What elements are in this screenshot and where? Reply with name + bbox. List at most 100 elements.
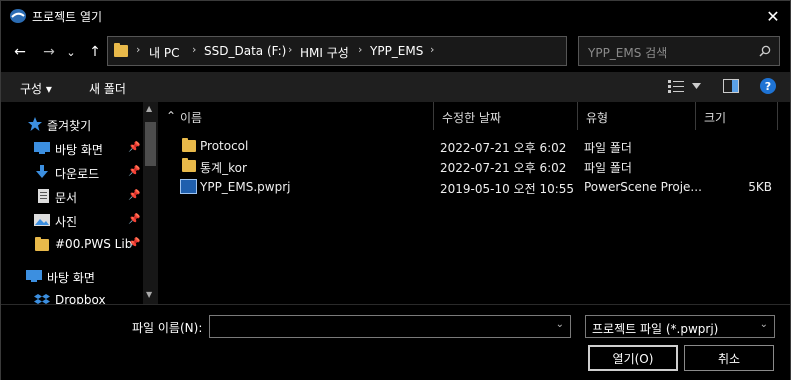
help-icon[interactable]: ? — [760, 78, 776, 94]
navigation-pane: 즐겨찾기 바탕 화면 📌 다운로드 📌 문서 📌 사진 📌 #00.PWS Li… — [1, 102, 158, 304]
file-date: 2022-07-21 오후 6:02 — [440, 141, 567, 155]
breadcrumb-ssd-data[interactable]: SSD_Data (F:) — [204, 44, 286, 58]
breadcrumb-separator: › — [288, 43, 293, 56]
pin-icon: 📌 — [128, 142, 141, 153]
folder-icon — [182, 158, 196, 172]
preview-pane-icon[interactable] — [723, 79, 739, 93]
navigation-bar: ← → ⌄ ↑ › 내 PC › SSD_Data (F:) › HMI 구성 … — [1, 32, 790, 72]
sidebar-item-dropbox[interactable]: Dropbox — [1, 289, 143, 304]
pin-icon: 📌 — [128, 214, 141, 225]
up-button[interactable]: ↑ — [85, 42, 105, 62]
sidebar-item-label: 바탕 화면 — [55, 143, 103, 157]
file-row[interactable]: 통계_kor 2022-07-21 오후 6:02 파일 폴더 — [158, 156, 790, 176]
pin-icon: 📌 — [128, 190, 141, 201]
scroll-down-icon[interactable]: ▼ — [146, 290, 152, 299]
up-arrow-icon: ↑ — [89, 44, 101, 60]
sidebar-item-label: 다운로드 — [55, 167, 100, 181]
search-input[interactable]: YPP_EMS 검색 — [588, 44, 667, 61]
breadcrumb-this-pc[interactable]: 내 PC — [149, 44, 179, 61]
view-dropdown-icon[interactable] — [692, 83, 701, 89]
cancel-button[interactable]: 취소 — [684, 345, 774, 371]
forward-button[interactable]: → — [39, 42, 59, 62]
svg-text:?: ? — [765, 80, 771, 93]
document-icon — [38, 189, 49, 203]
file-type: PowerScene Proje... — [584, 180, 702, 194]
open-button[interactable]: 열기(O) — [588, 345, 678, 371]
sidebar-item-quick-access[interactable]: 즐겨찾기 — [1, 113, 143, 137]
content-area: 즐겨찾기 바탕 화면 📌 다운로드 📌 문서 📌 사진 📌 #00.PWS Li… — [1, 102, 790, 304]
folder-icon — [182, 138, 196, 152]
breadcrumb-separator: › — [192, 43, 197, 56]
command-toolbar: 구성 ▾ 새 폴더 ? — [1, 72, 790, 102]
file-list: ⌃ 이름 수정한 날짜 유형 크기 Protocol 2022-07-21 오후… — [158, 102, 790, 304]
search-box[interactable]: YPP_EMS 검색 — [578, 36, 780, 66]
address-bar[interactable]: › 내 PC › SSD_Data (F:) › HMI 구성 › YPP_EM… — [107, 36, 657, 66]
title-bar: 프로젝트 열기 ✕ — [1, 1, 790, 32]
breadcrumb-separator: › — [358, 43, 363, 56]
view-options-icon[interactable] — [668, 79, 684, 93]
project-file-icon — [180, 179, 197, 194]
picture-icon — [34, 214, 50, 226]
close-button[interactable]: ✕ — [756, 1, 790, 32]
breadcrumb-separator: › — [430, 43, 435, 56]
column-header-date[interactable]: 수정한 날짜 — [434, 102, 578, 130]
new-folder-button[interactable]: 새 폴더 — [89, 80, 126, 97]
breadcrumb-hmi[interactable]: HMI 구성 — [300, 44, 349, 61]
sidebar-item-label: #00.PWS Lib — [55, 237, 133, 251]
sidebar-item-label: Dropbox — [55, 293, 106, 304]
filename-field[interactable]: ⌄ — [209, 315, 571, 338]
pin-icon: 📌 — [128, 238, 141, 249]
scroll-thumb[interactable] — [145, 122, 156, 166]
sidebar-item-documents[interactable]: 문서 📌 — [1, 185, 143, 209]
search-icon[interactable] — [759, 45, 771, 57]
column-header-type[interactable]: 유형 — [578, 102, 696, 130]
column-header-label: 크기 — [704, 111, 727, 125]
back-button[interactable]: ← — [10, 42, 30, 62]
sort-ascending-icon: ⌃ — [166, 109, 177, 123]
file-name: Protocol — [200, 139, 249, 153]
file-row[interactable]: Protocol 2022-07-21 오후 6:02 파일 폴더 — [158, 136, 790, 156]
filetype-select[interactable]: 프로젝트 파일 (*.pwprj) ⌄ — [585, 315, 775, 338]
sidebar-item-label: 사진 — [55, 215, 78, 229]
column-header-size[interactable]: 크기 — [696, 102, 778, 130]
scroll-up-icon[interactable]: ▲ — [146, 104, 152, 113]
sidebar-item-downloads[interactable]: 다운로드 📌 — [1, 161, 143, 185]
navigation-scrollbar[interactable]: ▲ ▼ — [143, 102, 158, 304]
chevron-down-icon: ⌄ — [759, 319, 768, 330]
column-header-label: 수정한 날짜 — [442, 111, 502, 125]
dialog-title: 프로젝트 열기 — [32, 10, 103, 24]
sidebar-item-label: 문서 — [55, 191, 78, 205]
file-type: 파일 폴더 — [584, 141, 632, 155]
download-icon — [36, 165, 48, 178]
sidebar-item-desktop[interactable]: 바탕 화면 📌 — [1, 137, 143, 161]
chevron-down-icon[interactable]: ⌄ — [556, 319, 564, 330]
star-icon — [28, 117, 42, 131]
desktop-icon — [26, 270, 42, 282]
pin-icon: 📌 — [128, 166, 141, 177]
sidebar-item-pictures[interactable]: 사진 📌 — [1, 209, 143, 233]
file-type: 파일 폴더 — [584, 161, 632, 175]
file-name: 통계_kor — [200, 161, 247, 175]
file-date: 2022-07-21 오후 6:02 — [440, 161, 567, 175]
filename-label: 파일 이름(N): — [132, 321, 203, 335]
organize-button[interactable]: 구성 ▾ — [20, 80, 52, 97]
sidebar-item-desktop-root[interactable]: 바탕 화면 — [1, 265, 143, 289]
breadcrumb-ypp-ems[interactable]: YPP_EMS — [370, 44, 423, 58]
column-header-name[interactable]: ⌃ 이름 — [158, 102, 434, 130]
app-icon — [10, 9, 26, 23]
sidebar-item-pws-lib[interactable]: #00.PWS Lib 📌 — [1, 233, 143, 257]
desktop-icon — [34, 142, 50, 154]
file-row[interactable]: YPP_EMS.pwprj 2019-05-10 오전 10:55 PowerS… — [158, 177, 790, 197]
file-size: 5KB — [748, 180, 772, 194]
sidebar-item-label: 즐겨찾기 — [47, 119, 92, 133]
column-header-label: 이름 — [180, 111, 203, 125]
close-icon: ✕ — [766, 7, 780, 26]
dialog-footer: 파일 이름(N): ⌄ 프로젝트 파일 (*.pwprj) ⌄ 열기(O) 취소 — [1, 304, 790, 380]
forward-arrow-icon: → — [43, 44, 55, 60]
column-header-label: 유형 — [586, 111, 609, 125]
recent-locations-button[interactable]: ⌄ — [64, 42, 78, 62]
dropbox-icon — [34, 294, 50, 304]
file-date: 2019-05-10 오전 10:55 — [440, 182, 575, 196]
sidebar-item-label: 바탕 화면 — [47, 271, 95, 285]
filetype-value: 프로젝트 파일 (*.pwprj) — [592, 322, 719, 336]
